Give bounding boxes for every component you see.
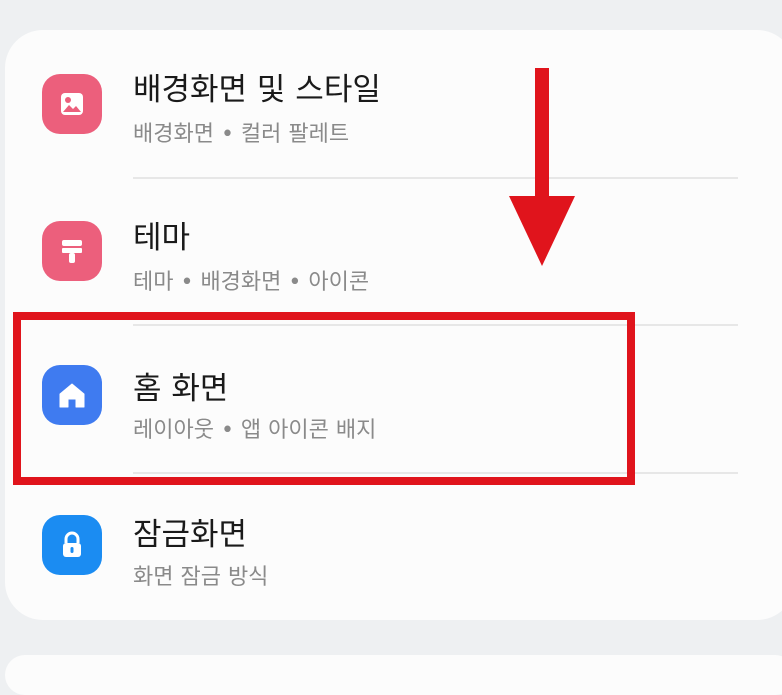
lock-icon: [42, 515, 102, 575]
settings-item-lock-screen[interactable]: 잠금화면 화면 잠금 방식: [0, 473, 782, 621]
settings-item-wallpaper-style[interactable]: 배경화면 및 스타일 배경화면 • 컬러 팔레트: [0, 30, 782, 178]
settings-item-subtitle: 화면 잠금 방식: [133, 565, 269, 590]
arrow-down-icon: [509, 68, 575, 266]
settings-item-themes[interactable]: 테마 테마 • 배경화면 • 아이콘: [0, 178, 782, 326]
settings-item-subtitle: 배경화면 • 컬러 팔레트: [133, 122, 350, 147]
next-settings-card: [5, 655, 782, 695]
wallpaper-icon: [42, 74, 102, 134]
paintbrush-icon: [42, 221, 102, 281]
settings-item-title: 테마: [133, 220, 191, 256]
settings-item-title: 잠금화면: [133, 517, 248, 553]
highlight-box: [13, 312, 635, 485]
settings-item-subtitle: 테마 • 배경화면 • 아이콘: [133, 270, 370, 295]
settings-item-title: 배경화면 및 스타일: [133, 72, 381, 108]
